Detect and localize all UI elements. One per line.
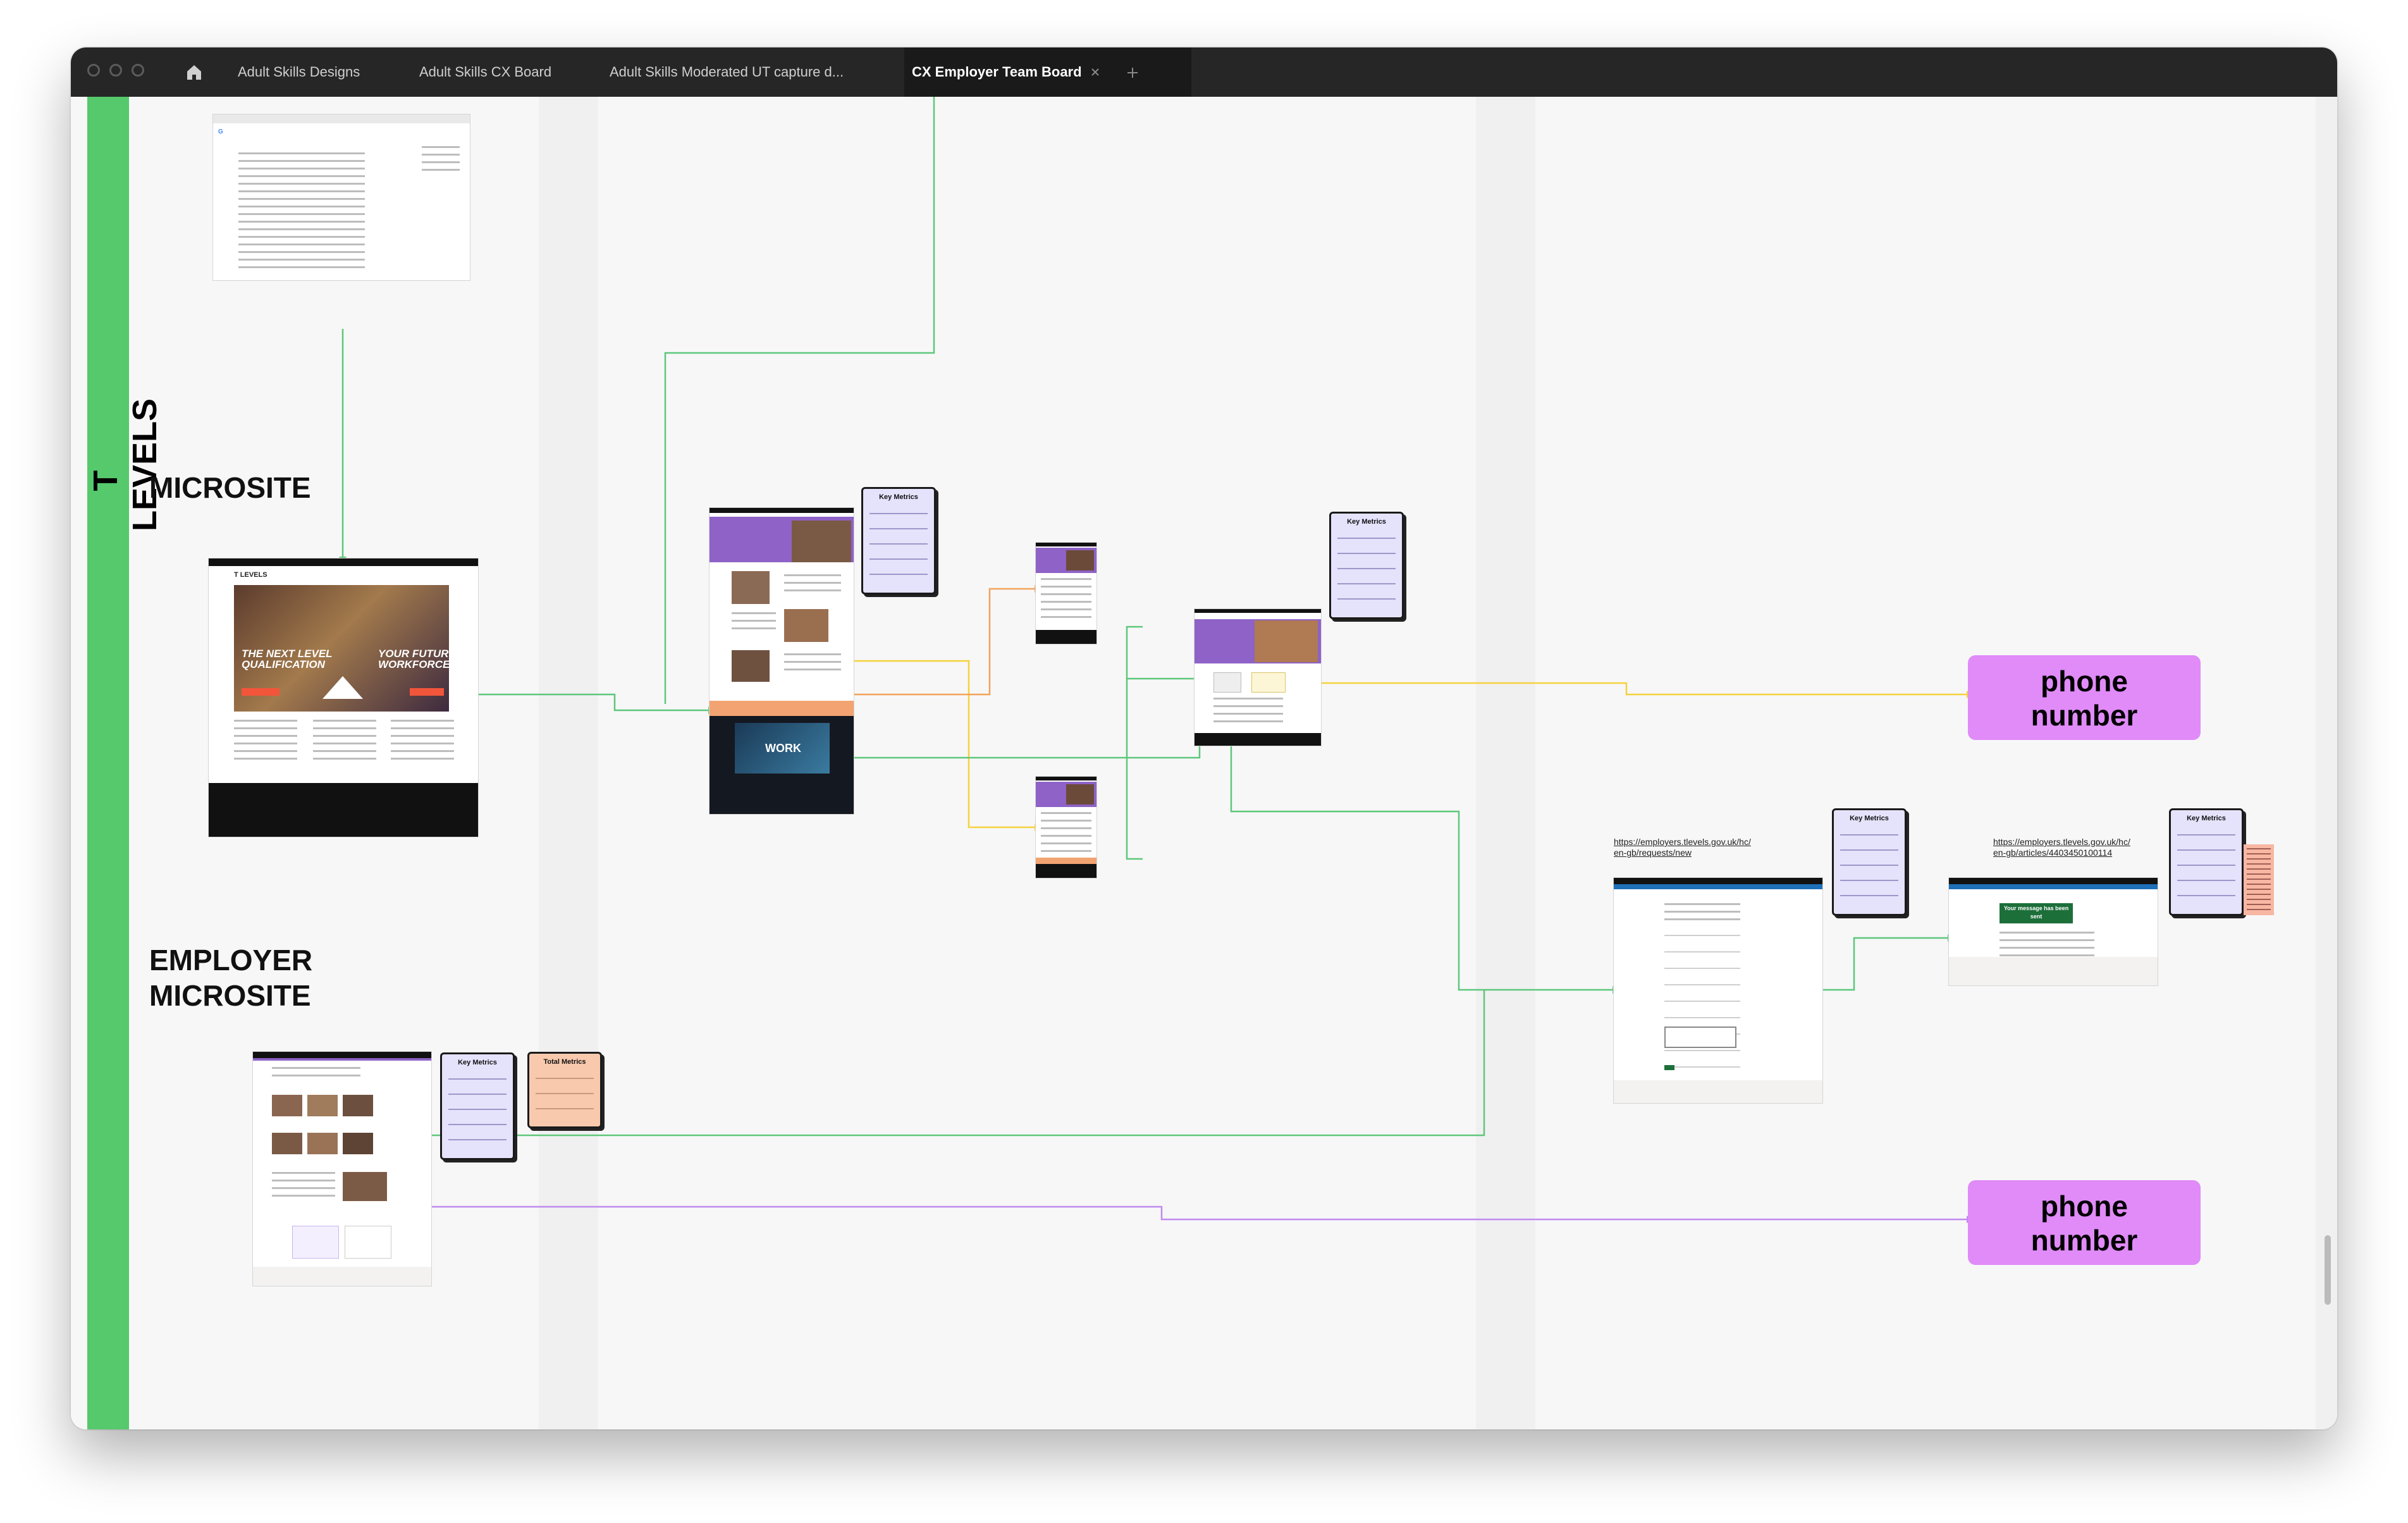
- home-icon[interactable]: [185, 63, 204, 82]
- hero-work: WORK: [765, 742, 801, 755]
- connector-line: [1244, 682, 1968, 696]
- card-title: Key Metrics: [2187, 815, 2226, 822]
- url-label-article[interactable]: https://employers.tlevels.gov.uk/hc/ en-…: [1993, 837, 2130, 858]
- google-logo: G: [218, 128, 223, 135]
- title-bar: Adult Skills Designs Adult Skills CX Boa…: [71, 47, 2337, 97]
- message-sent-banner: Your message has been sent: [2000, 903, 2073, 923]
- plus-icon[interactable]: [1126, 66, 1140, 80]
- contact-form-screenshot[interactable]: [1614, 878, 1822, 1103]
- connector-line: [1126, 626, 1200, 680]
- employer-landing-screenshot[interactable]: WORK: [710, 508, 854, 814]
- close-window-button[interactable]: [87, 64, 100, 77]
- zoom-window-button[interactable]: [132, 64, 144, 77]
- connector-line: [1126, 679, 1143, 860]
- close-icon[interactable]: [1090, 67, 1100, 77]
- tab-adult-skills-cx-board[interactable]: Adult Skills CX Board: [419, 47, 551, 97]
- hero-future-workforce: YOUR FUTURE WORKFORCE: [378, 648, 456, 670]
- card-title: Key Metrics: [879, 493, 918, 501]
- tlevels-logo: T LEVELS: [234, 571, 267, 579]
- tab-adult-skills-designs[interactable]: Adult Skills Designs: [238, 47, 360, 97]
- page-screenshot[interactable]: [1195, 609, 1321, 746]
- page-screenshot[interactable]: [1036, 543, 1096, 644]
- connector-line: [359, 1205, 1968, 1221]
- sticky-note[interactable]: [2244, 844, 2274, 915]
- phone-number-sticky[interactable]: phone number: [1968, 1180, 2201, 1265]
- key-metrics-card[interactable]: Key Metrics: [2169, 808, 2244, 916]
- app-window: Adult Skills Designs Adult Skills CX Boa…: [71, 47, 2337, 1429]
- key-metrics-card[interactable]: Key Metrics: [440, 1052, 515, 1160]
- key-metrics-card[interactable]: Key Metrics: [1329, 512, 1404, 619]
- tab-adult-skills-moderated-ut[interactable]: Adult Skills Moderated UT capture d...: [610, 47, 844, 97]
- employer-microsite-screenshot[interactable]: [253, 1052, 431, 1286]
- connector-line: [1815, 937, 1949, 991]
- card-title: Key Metrics: [1347, 518, 1386, 526]
- key-metrics-card[interactable]: Key Metrics: [861, 487, 936, 595]
- google-search-screenshot[interactable]: G: [213, 114, 470, 280]
- total-metrics-card[interactable]: Total Metrics: [527, 1052, 602, 1128]
- url-label-requests-new[interactable]: https://employers.tlevels.gov.uk/hc/ en-…: [1614, 837, 1751, 858]
- vertical-scrollbar[interactable]: [2325, 1235, 2331, 1305]
- board-canvas[interactable]: T LEVELS MICROSITE EMPLOYER MICROSITE G …: [71, 97, 2337, 1429]
- card-title: Key Metrics: [458, 1059, 497, 1066]
- connector-line: [453, 693, 710, 712]
- key-metrics-card[interactable]: Key Metrics: [1832, 808, 1907, 916]
- tab-cx-employer-team-board[interactable]: CX Employer Team Board: [912, 47, 1082, 97]
- message-sent-screenshot[interactable]: Your message has been sent: [1949, 878, 2158, 985]
- card-title: Total Metrics: [543, 1058, 586, 1066]
- minimize-window-button[interactable]: [109, 64, 122, 77]
- card-title: Key Metrics: [1850, 815, 1889, 822]
- connector-line: [1230, 717, 1614, 991]
- phone-number-sticky[interactable]: phone number: [1968, 655, 2201, 740]
- tlevels-microsite-screenshot[interactable]: T LEVELS THE NEXT LEVEL QUALIFICATION YO…: [209, 558, 478, 837]
- page-screenshot[interactable]: [1036, 777, 1096, 878]
- hero-next-level: THE NEXT LEVEL QUALIFICATION: [242, 648, 333, 670]
